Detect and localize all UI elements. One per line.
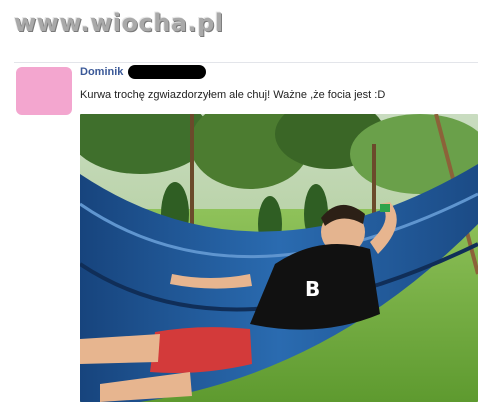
watermark-banner: www.wiocha.pl xyxy=(0,0,478,62)
watermark-text: www.wiocha.pl xyxy=(14,9,224,37)
post-message: Kurwa trochę zgwiazdorzyłem ale chuj! Wa… xyxy=(80,89,386,101)
hammock-photo-illustration: B xyxy=(80,114,478,402)
wristband xyxy=(380,204,390,212)
post-photo[interactable]: B xyxy=(80,114,478,402)
author-name-link[interactable]: Dominik xyxy=(80,66,123,78)
censor-bar xyxy=(128,65,206,79)
person-leg xyxy=(80,334,160,364)
facebook-post: Dominik Kurwa trochę zgwiazdorzyłem ale … xyxy=(0,62,478,402)
shirt-print: B xyxy=(305,277,320,301)
divider xyxy=(14,62,478,63)
person-shorts xyxy=(150,327,252,373)
avatar[interactable] xyxy=(16,67,72,115)
